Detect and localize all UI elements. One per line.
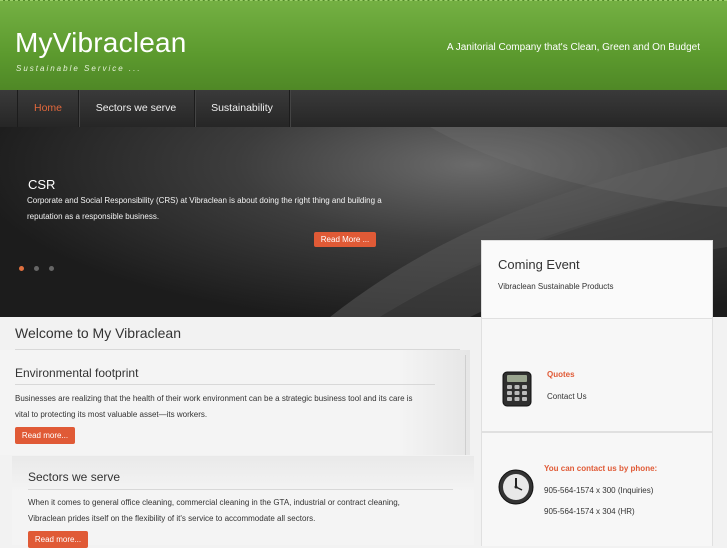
site-tagline: Sustainable Service ...: [16, 64, 142, 73]
contact-us-link[interactable]: Contact Us: [547, 392, 587, 401]
hero-read-more-button[interactable]: Read More ...: [314, 232, 376, 247]
phone-heading: You can contact us by phone:: [544, 464, 658, 473]
phone-box: You can contact us by phone: 905-564-157…: [481, 432, 713, 546]
event-title: Coming Event: [498, 257, 580, 272]
clock-icon: [498, 469, 534, 510]
coming-event-box: Coming Event Vibraclean Sustainable Prod…: [481, 240, 713, 318]
divider: [465, 355, 466, 455]
quotes-box: Quotes Contact Us: [481, 318, 713, 432]
divider: [15, 384, 435, 385]
section-text-sectors: When it comes to general office cleaning…: [28, 498, 400, 523]
nav-item-home[interactable]: Home: [17, 90, 79, 127]
slider-dot-3[interactable]: [49, 266, 54, 271]
site-header: MyVibraclean Sustainable Service ... A J…: [0, 0, 727, 90]
event-text[interactable]: Vibraclean Sustainable Products: [498, 282, 613, 291]
section-title-sectors: Sectors we serve: [28, 470, 121, 484]
environment-read-more-button[interactable]: Read more...: [15, 427, 75, 444]
nav-item-sustainability[interactable]: Sustainability: [195, 90, 290, 127]
section-text-environment: Businesses are realizing that the health…: [15, 394, 413, 419]
section-title-environment: Environmental footprint: [15, 366, 139, 380]
hero-text: Corporate and Social Responsibility (CRS…: [27, 196, 382, 221]
hero-title: CSR: [28, 177, 56, 192]
phone-line-inquiries: 905-564-1574 x 300 (Inquiries): [544, 486, 654, 495]
quotes-heading: Quotes: [547, 370, 575, 379]
site-logo[interactable]: MyVibraclean: [15, 27, 187, 59]
divider: [28, 489, 453, 490]
page-title: Welcome to My Vibraclean: [15, 325, 181, 341]
slider-dot-2[interactable]: [34, 266, 39, 271]
sectors-read-more-button[interactable]: Read more...: [28, 531, 88, 548]
calculator-icon: [502, 371, 532, 412]
phone-line-hr: 905-564-1574 x 304 (HR): [544, 507, 635, 516]
header-slogan: A Janitorial Company that's Clean, Green…: [446, 42, 700, 53]
slider-dot-1[interactable]: [19, 266, 24, 271]
nav-item-sectors[interactable]: Sectors we serve: [78, 90, 195, 127]
main-nav: Home Sectors we serve Sustainability: [0, 90, 727, 128]
